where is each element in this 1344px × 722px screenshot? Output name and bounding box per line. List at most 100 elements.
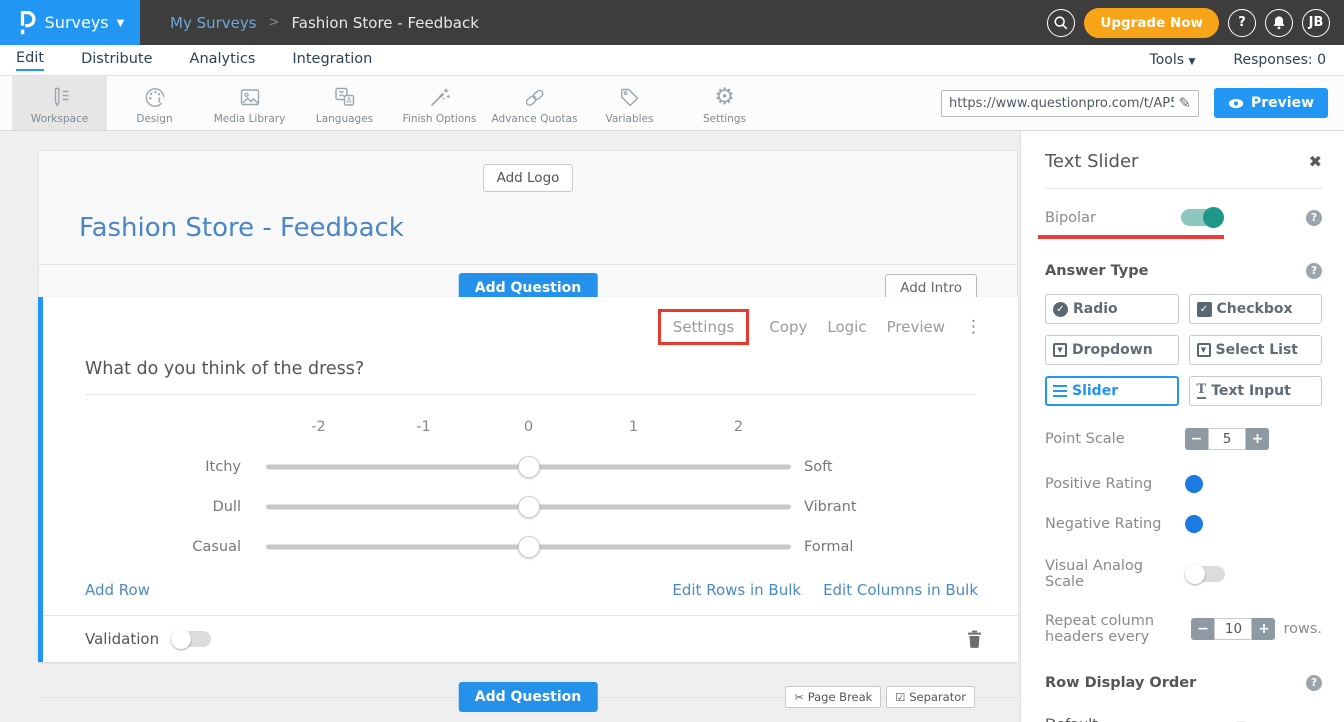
point-scale-value[interactable]: 5 [1208,428,1246,450]
toolbar-item-languages[interactable]: A Languages [297,76,392,130]
brand-label: Surveys [45,13,109,32]
plus-button[interactable]: + [1246,428,1269,450]
negative-rating-label: Negative Rating [1045,516,1185,532]
survey-title[interactable]: Fashion Store - Feedback [79,213,1017,243]
more-options-icon[interactable]: ⋮ [965,317,982,337]
page-break-button[interactable]: ✂ Page Break [785,686,881,708]
scissors-icon: ✂ [794,691,803,704]
question-logic-button[interactable]: Logic [827,318,866,336]
answer-type-slider[interactable]: Slider [1045,376,1179,406]
upgrade-now-button[interactable]: Upgrade Now [1084,8,1219,38]
minus-button[interactable]: − [1185,428,1208,450]
repeat-headers-stepper: − 10 + [1191,618,1275,640]
help-icon[interactable]: ? [1306,263,1322,279]
toolbar-item-settings[interactable]: ⚙ Settings [677,76,772,130]
search-button[interactable] [1047,9,1075,37]
answer-type-text-input[interactable]: T Text Input [1189,376,1323,406]
toolbar-item-media-library[interactable]: Media Library [202,76,297,130]
positive-rating-row: Positive Rating [1045,475,1322,493]
breadcrumb: My Surveys > Fashion Store - Feedback [170,14,479,32]
tab-edit[interactable]: Edit [16,50,44,71]
answer-type-radio[interactable]: ✓ Radio [1045,294,1179,324]
preview-button[interactable]: Preview [1214,88,1328,118]
answer-type-checkbox[interactable]: ✓ Checkbox [1189,294,1323,324]
minus-button[interactable]: − [1191,618,1214,640]
scale-label: 2 [734,419,743,435]
toolbar-item-variables[interactable]: Variables [582,76,677,130]
question-copy-button[interactable]: Copy [769,318,807,336]
slider-row-casual-formal: Casual Formal [43,527,1018,567]
edit-columns-in-bulk-link[interactable]: Edit Columns in Bulk [823,581,978,599]
repeat-headers-row: Repeat column headers every − 10 + rows. [1045,613,1322,645]
question-settings-button[interactable]: Settings [673,318,735,336]
row-left-label: Itchy [43,459,241,475]
tools-dropdown[interactable]: Tools ▼ [1150,52,1196,68]
negative-rating-row: Negative Rating [1045,515,1322,533]
slider-track[interactable] [266,536,791,558]
help-button[interactable]: ? [1228,9,1256,37]
add-logo-button[interactable]: Add Logo [483,164,574,192]
row-left-label: Dull [43,499,241,515]
notifications-button[interactable] [1265,9,1293,37]
chevron-down-icon: ▼ [117,18,125,29]
slider-track[interactable] [266,456,791,478]
panel-divider [1045,188,1322,189]
search-icon [1053,15,1069,31]
breadcrumb-current-survey: Fashion Store - Feedback [292,14,479,32]
translate-icon: A [332,83,358,110]
row-display-order-select[interactable]: Default ▼ [1045,717,1245,722]
breadcrumb-my-surveys[interactable]: My Surveys [170,14,257,32]
negative-rating-color-swatch[interactable] [1185,515,1203,533]
row-display-order-value: Default [1045,717,1098,722]
positive-rating-label: Positive Rating [1045,476,1185,492]
bipolar-toggle[interactable] [1181,209,1223,226]
answer-type-select-list[interactable]: ▼ Select List [1189,335,1323,365]
delete-question-button[interactable] [967,630,982,648]
page-footer-actions: Add Question ✂ Page Break ☑ Separator [38,677,1018,717]
toolbar-item-workspace[interactable]: Workspace [12,76,107,130]
slider-track[interactable] [266,496,791,518]
answer-type-dropdown[interactable]: ▼ Dropdown [1045,335,1179,365]
settings-annotation-box: Settings [658,309,750,345]
question-toolbar: Settings Copy Logic Preview ⋮ [43,297,1018,345]
question-preview-button[interactable]: Preview [887,318,945,336]
toolbar-item-design[interactable]: Design [107,76,202,130]
dropdown-icon: ▼ [1053,343,1067,357]
repeat-headers-value[interactable]: 10 [1214,618,1252,640]
help-icon[interactable]: ? [1306,675,1322,691]
toolbar-item-advance-quotas[interactable]: Advance Quotas [487,76,582,130]
add-question-button-bottom[interactable]: Add Question [459,682,598,712]
eye-icon [1228,98,1244,109]
edit-rows-in-bulk-link[interactable]: Edit Rows in Bulk [672,581,801,599]
toolbar-item-finish-options[interactable]: Finish Options [392,76,487,130]
tab-distribute[interactable]: Distribute [81,51,152,70]
question-text[interactable]: What do you think of the dress? [85,359,978,379]
slider-handle[interactable] [518,456,540,478]
survey-url-field[interactable]: https://www.questionpro.com/t/AP53kZiOG … [941,90,1199,117]
visual-analog-scale-label: Visual Analog Scale [1045,558,1185,590]
slider-handle[interactable] [518,536,540,558]
help-icon[interactable]: ? [1306,210,1322,226]
tab-integration[interactable]: Integration [292,51,372,70]
separator-button[interactable]: ☑ Separator [886,686,975,708]
questionpro-logo-icon [16,9,37,36]
magic-wand-icon [427,83,453,110]
visual-analog-scale-toggle[interactable] [1185,566,1225,582]
validation-toggle[interactable] [171,631,211,647]
slider-handle[interactable] [518,496,540,518]
answer-type-grid: ✓ Radio ✓ Checkbox ▼ Dropdown ▼ Select L… [1045,294,1322,406]
add-row-link[interactable]: Add Row [85,581,150,599]
plus-button[interactable]: + [1252,618,1275,640]
close-icon[interactable]: ✖ [1309,152,1322,171]
trash-icon [967,630,982,648]
editor-toolbar: Workspace Design Media Library A Languag… [0,76,1344,131]
positive-rating-color-swatch[interactable] [1185,475,1203,493]
brand-surveys-menu[interactable]: Surveys ▼ [0,0,140,45]
palette-icon [142,83,168,110]
answer-type-header: Answer Type ? [1045,263,1322,279]
slider-row-dull-vibrant: Dull Vibrant [43,487,1018,527]
tab-analytics[interactable]: Analytics [190,51,256,70]
edit-pencil-icon[interactable]: ✎ [1178,94,1191,112]
responses-count[interactable]: Responses: 0 [1233,52,1326,68]
avatar[interactable]: JB [1302,9,1330,37]
